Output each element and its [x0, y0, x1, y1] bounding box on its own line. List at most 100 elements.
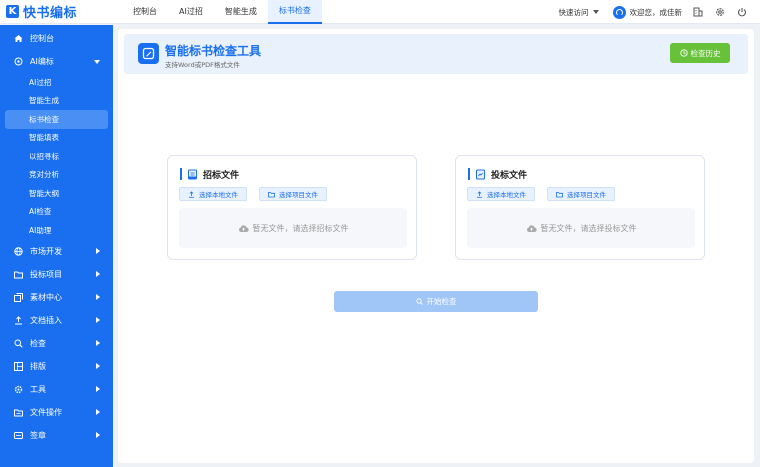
sidebar-item-console[interactable]: 控制台 — [0, 27, 113, 50]
sidebar-item-ai-bid[interactable]: AI编标 — [0, 50, 113, 73]
tender-select-project-label: 选择项目文件 — [279, 191, 318, 199]
logo-text: 快书编标 — [23, 6, 78, 21]
bid-empty-text: 暂无文件，请选择投标文件 — [540, 223, 637, 233]
library-icon — [13, 292, 23, 302]
sidebar-item-label: 素材中心 — [30, 292, 62, 302]
sidebar-item-market[interactable]: 市场开发 — [0, 240, 113, 263]
tender-file-card: 招标文件 选择本地文件 选择项目文件 暂无文件，请选择招标文件 — [167, 155, 417, 260]
chevron-down-icon — [592, 10, 599, 14]
sidebar-item-bid-projects[interactable]: 投标项目 — [0, 263, 113, 286]
sidebar-item-label: 签章 — [30, 430, 46, 440]
tool-icon — [13, 384, 23, 394]
cloud-upload-icon — [526, 224, 537, 232]
sidebar-subitem-competitor-analysis[interactable]: 竞对分析 — [0, 166, 113, 185]
sidebar-item-label: 文档插入 — [30, 315, 62, 325]
sidebar-item-doc-insert[interactable]: 文档插入 — [0, 309, 113, 332]
document-icon — [188, 169, 197, 179]
avatar-icon — [612, 5, 626, 19]
chevron-right-icon — [96, 316, 100, 323]
nav-item-smart-generate[interactable]: 智能生成 — [214, 0, 268, 24]
quick-access-label: 快速访问 — [558, 7, 589, 17]
bid-select-project-label: 选择项目文件 — [567, 191, 606, 199]
sidebar-subitem-bid-check[interactable]: 标书检查 — [5, 110, 108, 129]
bid-card-title: 投标文件 — [468, 168, 528, 181]
top-right-tools: 快速访问 欢迎您，成佳新 — [559, 0, 749, 24]
chevron-right-icon — [96, 339, 100, 346]
bid-select-local-button[interactable]: 选择本地文件 — [467, 187, 535, 201]
building-icon[interactable] — [692, 6, 704, 18]
bid-empty-dropzone[interactable]: 暂无文件，请选择投标文件 — [467, 208, 695, 248]
chevron-right-icon — [96, 270, 100, 277]
sidebar-subitem-find-bid[interactable]: 以招寻标 — [0, 147, 113, 166]
sidebar-subitem-smart-fill[interactable]: 智能填表 — [0, 129, 113, 148]
sidebar-item-tools[interactable]: 工具 — [0, 378, 113, 401]
chevron-right-icon — [96, 362, 100, 369]
tender-select-project-button[interactable]: 选择项目文件 — [259, 187, 327, 201]
document-icon — [476, 169, 485, 179]
upload-icon — [477, 190, 482, 198]
bid-select-local-label: 选择本地文件 — [487, 191, 526, 199]
check-history-button[interactable]: 检查历史 — [670, 43, 730, 63]
welcome-text: 欢迎您，成佳新 — [629, 7, 683, 17]
sidebar-item-file-ops[interactable]: 文件操作 — [0, 401, 113, 424]
page-subtitle: 支持Word或PDF格式文件 — [165, 61, 240, 69]
chevron-right-icon — [96, 431, 100, 438]
chevron-right-icon — [96, 247, 100, 254]
folder-icon — [556, 191, 563, 197]
nav-item-ai-challenge[interactable]: AI过招 — [168, 0, 214, 24]
home-icon — [13, 34, 23, 44]
tender-select-local-label: 选择本地文件 — [199, 191, 238, 199]
sidebar-item-check[interactable]: 检查 — [0, 332, 113, 355]
gear-icon[interactable] — [714, 6, 726, 18]
tender-empty-dropzone[interactable]: 暂无文件，请选择招标文件 — [179, 208, 407, 248]
bid-button-row: 选择本地文件 选择项目文件 — [467, 187, 615, 201]
search-icon — [415, 298, 423, 305]
sidebar-subitem-smart-outline[interactable]: 智能大纲 — [0, 184, 113, 203]
nav-item-bid-check[interactable]: 标书检查 — [267, 0, 322, 24]
sidebar-item-label: 文件操作 — [30, 407, 62, 417]
sidebar: 控制台 AI编标 AI过招 智能生成 标书检查 智能填表 以招寻标 竞对分析 智… — [0, 25, 113, 467]
check-history-label: 检查历史 — [690, 48, 721, 58]
tender-card-title-text: 招标文件 — [203, 170, 240, 181]
tender-button-row: 选择本地文件 选择项目文件 — [179, 187, 327, 201]
power-icon[interactable] — [736, 6, 748, 18]
file-icon — [13, 407, 23, 417]
tender-empty-text: 暂无文件，请选择招标文件 — [252, 223, 349, 233]
sidebar-item-label: 市场开发 — [30, 246, 62, 256]
user-menu[interactable]: 欢迎您，成佳新 — [612, 5, 683, 19]
globe-icon — [13, 246, 23, 256]
top-bar: K 快书编标 控制台 AI过招 智能生成 标书检查 快速访问 欢迎您，成佳新 — [0, 0, 760, 24]
sidebar-item-label: 投标项目 — [30, 269, 62, 279]
sidebar-item-material-center[interactable]: 素材中心 — [0, 286, 113, 309]
sidebar-subitem-ai-check[interactable]: AI检查 — [0, 203, 113, 222]
tender-card-title: 招标文件 — [180, 168, 240, 181]
tender-select-local-button[interactable]: 选择本地文件 — [179, 187, 247, 201]
bid-select-project-button[interactable]: 选择项目文件 — [547, 187, 615, 201]
main-panel: 智能标书检查工具 支持Word或PDF格式文件 检查历史 招标文件 选择本地文件… — [118, 29, 754, 463]
chevron-right-icon — [96, 408, 100, 415]
sidebar-item-label: 排版 — [30, 361, 46, 371]
sidebar-subitem-ai-assistant[interactable]: AI助理 — [0, 221, 113, 240]
quick-access-dropdown[interactable]: 快速访问 — [559, 7, 599, 18]
upload-icon — [189, 190, 194, 198]
bid-card-title-text: 投标文件 — [491, 170, 528, 181]
search-icon — [13, 338, 23, 348]
bid-file-card: 投标文件 选择本地文件 选择项目文件 暂无文件，请选择投标文件 — [455, 155, 705, 260]
logo-mark-icon: K — [6, 5, 19, 18]
sidebar-item-stamp[interactable]: 签章 — [0, 424, 113, 447]
logo[interactable]: K 快书编标 — [0, 0, 113, 24]
sidebar-item-layout[interactable]: 排版 — [0, 355, 113, 378]
start-check-button[interactable]: 开始检查 — [334, 291, 538, 312]
sidebar-subitem-ai-challenge[interactable]: AI过招 — [0, 73, 113, 92]
tool-header: 智能标书检查工具 支持Word或PDF格式文件 检查历史 — [124, 34, 748, 74]
sidebar-item-label: 检查 — [30, 338, 46, 348]
sidebar-item-label: AI编标 — [30, 57, 54, 66]
folder-icon — [13, 269, 23, 279]
sidebar-subitem-smart-generate[interactable]: 智能生成 — [0, 92, 113, 111]
sidebar-item-label: 工具 — [30, 384, 46, 394]
start-check-label: 开始检查 — [426, 297, 457, 306]
layout-icon — [13, 361, 23, 371]
chevron-down-icon — [94, 60, 100, 64]
nav-item-console[interactable]: 控制台 — [122, 0, 168, 24]
clock-icon — [679, 49, 688, 57]
